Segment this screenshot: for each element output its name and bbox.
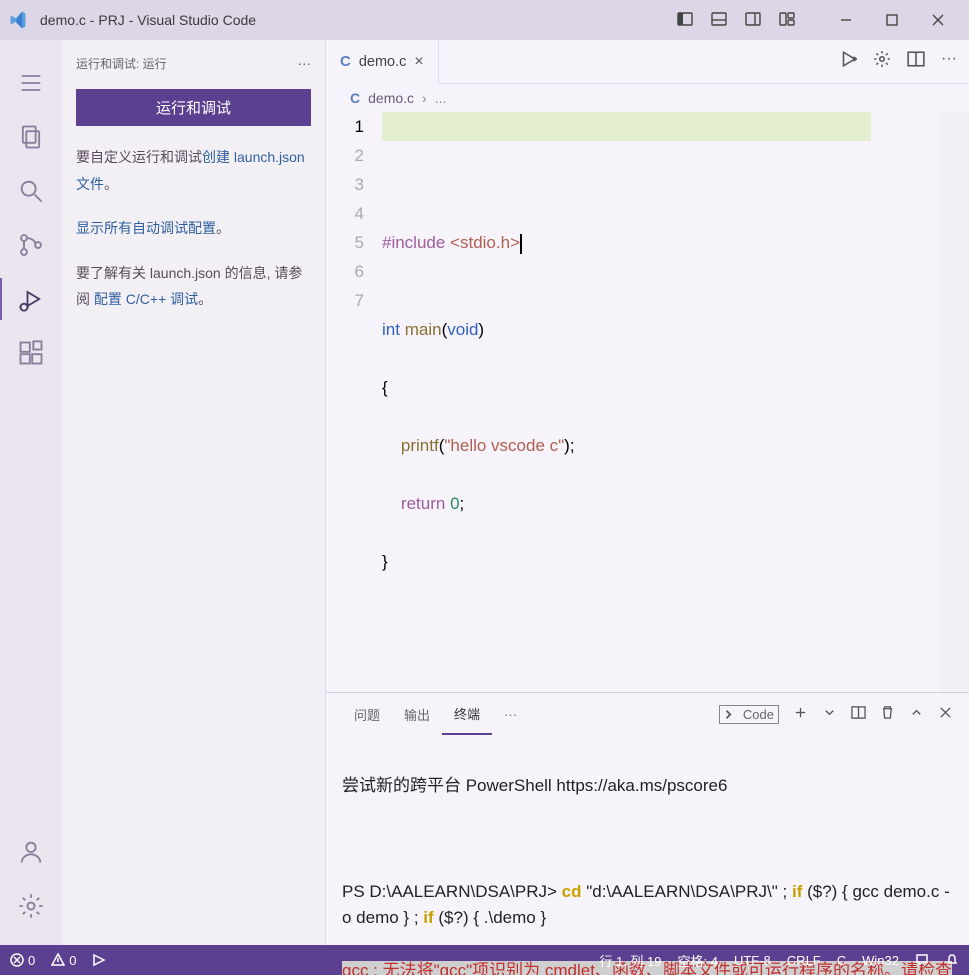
- run-debug-sidebar: 运行和调试: 运行 ··· 运行和调试 要自定义运行和调试创建 launch.j…: [62, 40, 326, 945]
- c-file-icon: C: [340, 53, 351, 70]
- current-line-highlight: [382, 112, 871, 141]
- tab-demo-c[interactable]: C demo.c ×: [326, 40, 439, 84]
- extensions-icon[interactable]: [0, 326, 62, 380]
- text-cursor: [520, 234, 522, 254]
- tab-terminal[interactable]: 终端: [442, 693, 492, 735]
- split-editor-icon[interactable]: [907, 50, 925, 73]
- run-and-debug-button[interactable]: 运行和调试: [76, 89, 311, 126]
- code-editor[interactable]: 1234567 #include <stdio.h> int main(void…: [326, 110, 969, 692]
- breadcrumb[interactable]: C demo.c › ...: [326, 84, 969, 110]
- split-terminal-icon[interactable]: [851, 705, 866, 723]
- chevron-right-icon: ›: [422, 90, 427, 106]
- vscode-logo-icon: [8, 10, 28, 30]
- sidebar-more-icon[interactable]: ···: [294, 52, 316, 75]
- panel-left-icon[interactable]: [677, 11, 693, 30]
- status-encoding[interactable]: UTF-8: [734, 953, 771, 968]
- window-controls: [823, 5, 961, 35]
- sidebar-hint-3: 要了解有关 launch.json 的信息, 请参阅 配置 C/C++ 调试。: [76, 260, 315, 313]
- tab-problems[interactable]: 问题: [342, 693, 392, 735]
- title-layout-icons: [677, 11, 803, 30]
- sidebar-hint-2: 显示所有自动调试配置。: [76, 215, 315, 242]
- tab-more-icon[interactable]: ···: [941, 50, 957, 73]
- show-auto-debug-link[interactable]: 显示所有自动调试配置: [76, 220, 216, 236]
- minimize-button[interactable]: [823, 5, 869, 35]
- new-terminal-icon[interactable]: [793, 705, 808, 723]
- terminal-profile-button[interactable]: Code: [719, 705, 779, 724]
- terminal-dropdown-icon[interactable]: [822, 705, 837, 723]
- window-title: demo.c - PRJ - Visual Studio Code: [40, 12, 256, 28]
- tab-close-icon[interactable]: ×: [414, 53, 423, 71]
- panel-more-icon[interactable]: ···: [492, 693, 529, 735]
- status-cursor-pos[interactable]: 行 1, 列 19: [599, 951, 661, 970]
- explorer-icon[interactable]: [0, 110, 62, 164]
- tab-bar: C demo.c × ···: [326, 40, 969, 84]
- sidebar-hint-1: 要自定义运行和调试创建 launch.json 文件。: [76, 144, 315, 197]
- status-feedback-icon[interactable]: [915, 953, 929, 967]
- panel-bottom-icon[interactable]: [711, 11, 727, 30]
- minimap[interactable]: [939, 112, 969, 692]
- menu-icon[interactable]: [0, 56, 62, 110]
- search-icon[interactable]: [0, 164, 62, 218]
- titlebar: demo.c - PRJ - Visual Studio Code: [0, 0, 969, 40]
- editor-group: C demo.c × ··· C demo.c › ... 1234567: [326, 40, 969, 945]
- status-errors[interactable]: 0: [10, 953, 35, 968]
- status-debug-icon[interactable]: [92, 953, 106, 967]
- c-file-icon: C: [350, 90, 360, 106]
- status-target[interactable]: Win32: [862, 953, 899, 968]
- run-file-icon[interactable]: [839, 50, 857, 73]
- bottom-panel: 问题 输出 终端 ··· Code 尝试新的跨平台 PowerShell htt…: [326, 692, 969, 975]
- kill-terminal-icon[interactable]: [880, 705, 895, 723]
- maximize-panel-icon[interactable]: [909, 705, 924, 723]
- sidebar-title: 运行和调试: 运行: [76, 55, 167, 72]
- settings-gear-icon[interactable]: [0, 879, 62, 933]
- run-debug-icon[interactable]: [0, 272, 62, 326]
- close-button[interactable]: [915, 5, 961, 35]
- status-warnings[interactable]: 0: [51, 953, 76, 968]
- status-language[interactable]: C: [837, 953, 846, 968]
- layout-icon[interactable]: [779, 11, 795, 30]
- tab-output[interactable]: 输出: [392, 693, 442, 735]
- source-control-icon[interactable]: [0, 218, 62, 272]
- panel-right-icon[interactable]: [745, 11, 761, 30]
- close-panel-icon[interactable]: [938, 705, 953, 723]
- account-icon[interactable]: [0, 825, 62, 879]
- config-c-debug-link[interactable]: 配置 C/C++ 调试: [94, 291, 198, 307]
- settings-icon[interactable]: [873, 50, 891, 73]
- terminal-content[interactable]: 尝试新的跨平台 PowerShell https://aka.ms/pscore…: [326, 735, 969, 975]
- line-gutter: 1234567: [326, 112, 382, 692]
- maximize-button[interactable]: [869, 5, 915, 35]
- status-spaces[interactable]: 空格: 4: [677, 951, 717, 970]
- status-bell-icon[interactable]: [945, 953, 959, 967]
- tab-label: demo.c: [359, 54, 407, 70]
- activity-bar: [0, 40, 62, 945]
- status-eol[interactable]: CRLF: [787, 953, 821, 968]
